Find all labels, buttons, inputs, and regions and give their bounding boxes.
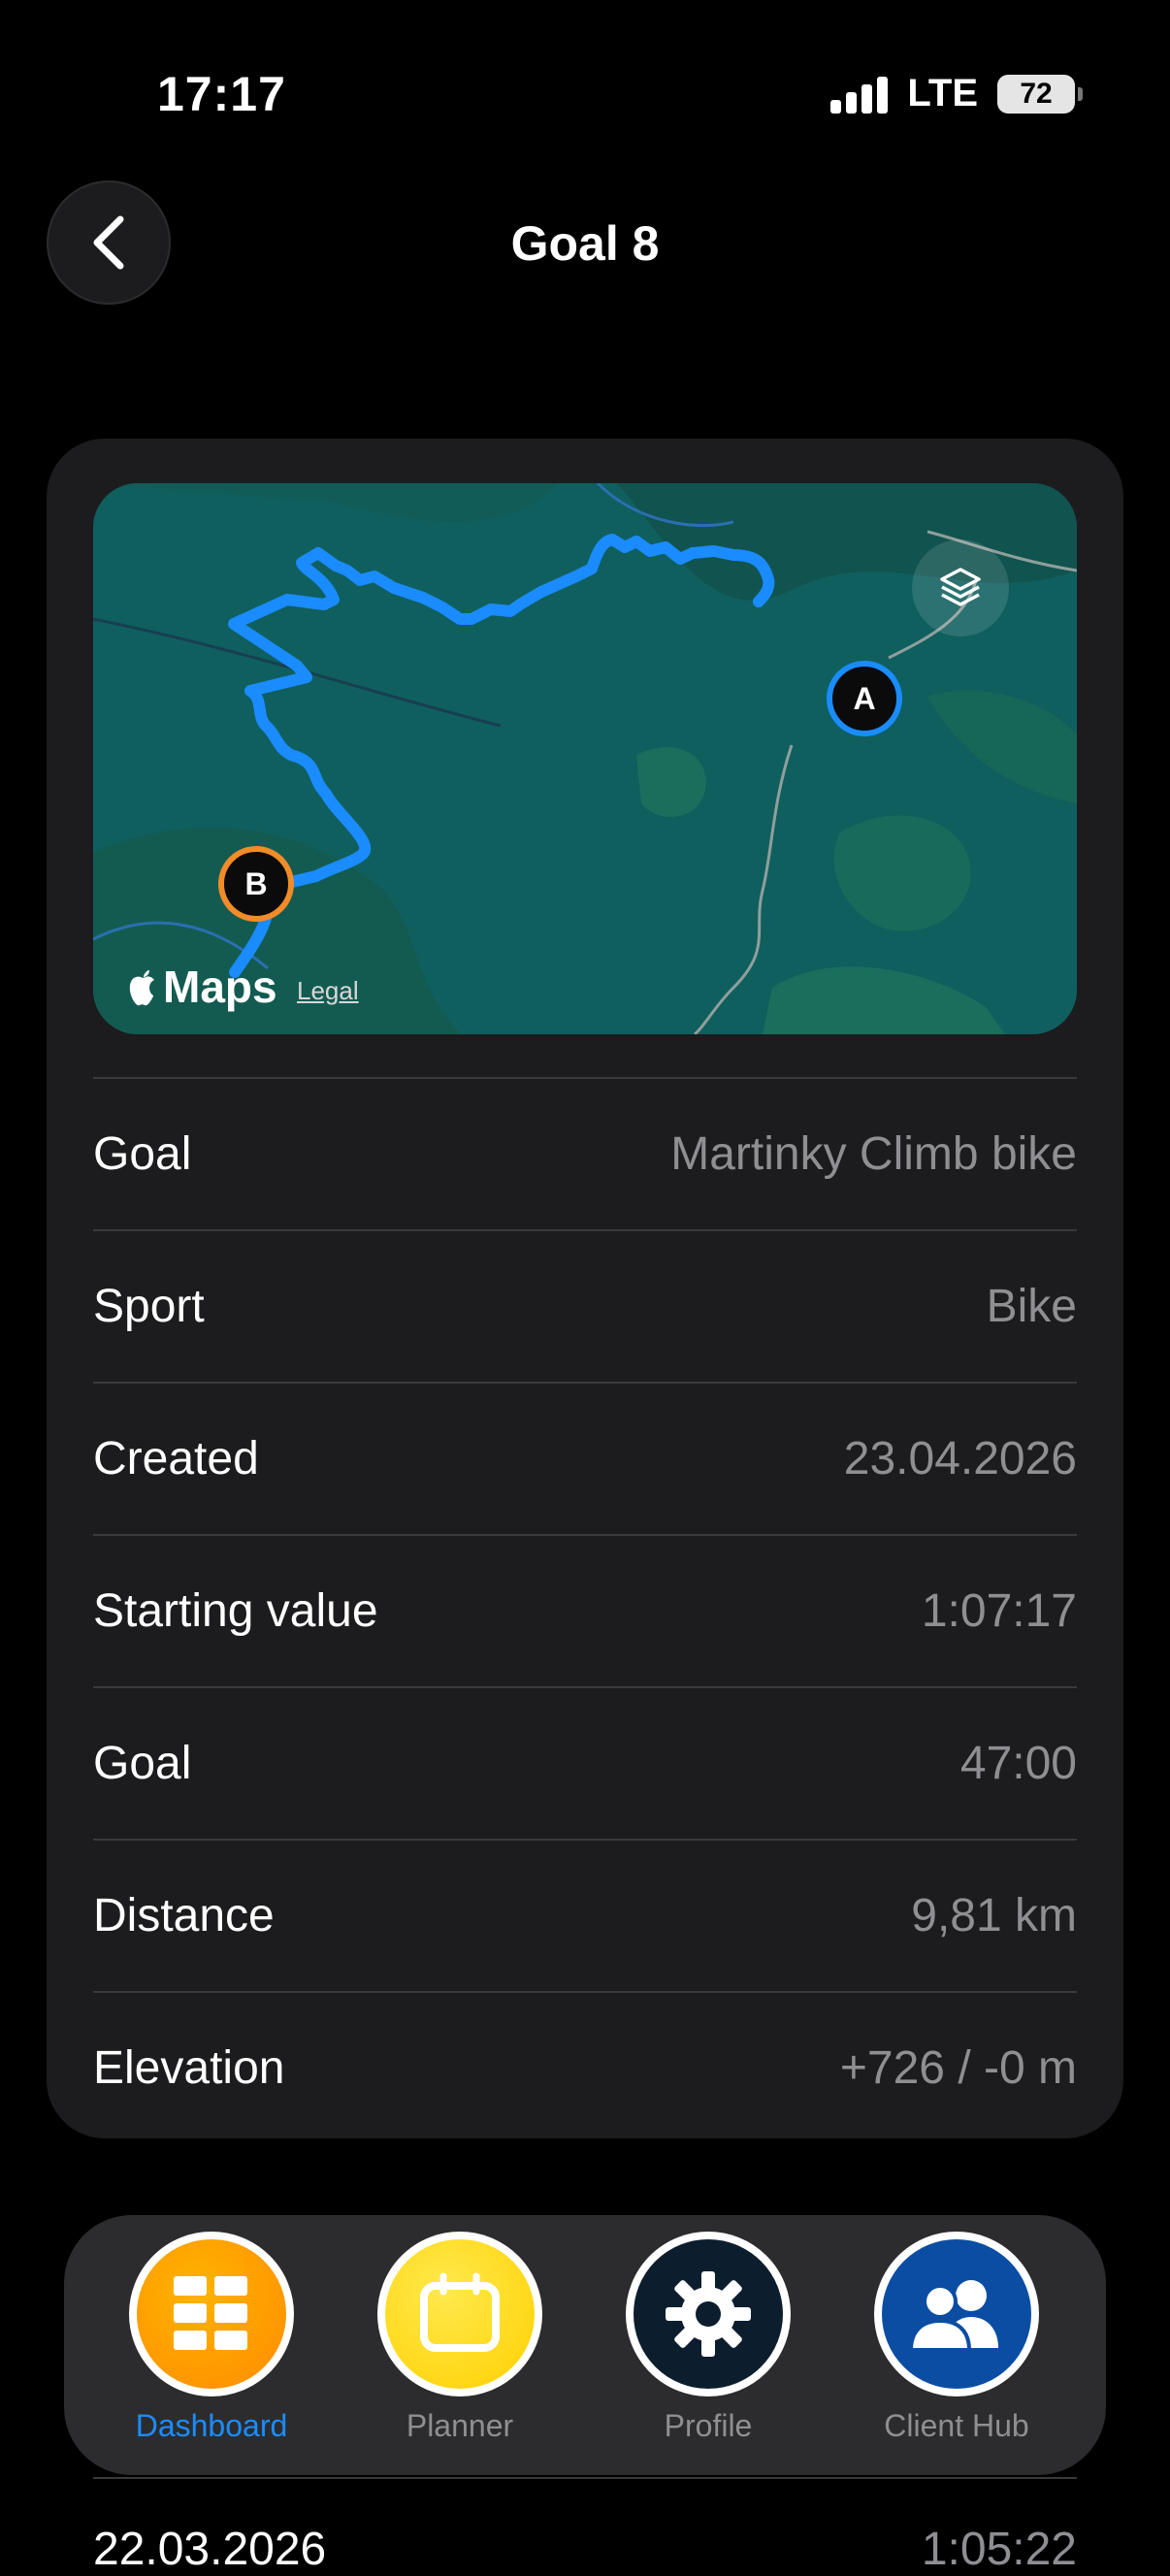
legal-link[interactable]: Legal xyxy=(297,976,359,1006)
detail-label: Distance xyxy=(93,1890,275,1941)
client-hub-button[interactable] xyxy=(874,2232,1039,2397)
network-type: LTE xyxy=(907,72,978,114)
dashboard-button[interactable] xyxy=(129,2232,294,2397)
detail-label: Created xyxy=(93,1433,259,1484)
detail-value: 47:00 xyxy=(959,1738,1077,1789)
calendar-icon xyxy=(420,2272,500,2352)
detail-row-goal: Goal Martinky Climb bike xyxy=(93,1077,1077,1229)
tab-label: Profile xyxy=(664,2408,753,2443)
end-marker[interactable]: B xyxy=(218,846,294,922)
detail-value: 1:07:17 xyxy=(921,1585,1077,1637)
tab-client-hub[interactable]: Client Hub xyxy=(860,2232,1054,2444)
planner-button[interactable] xyxy=(377,2232,542,2397)
tab-label: Dashboard xyxy=(135,2408,288,2443)
detail-value: +726 / -0 m xyxy=(839,2042,1077,2094)
details-list: Goal Martinky Climb bike Sport Bike Crea… xyxy=(93,1077,1077,2143)
detail-row-starting-value: Starting value 1:07:17 xyxy=(93,1534,1077,1686)
list-divider xyxy=(93,2477,1077,2479)
page-title: Goal 8 xyxy=(510,216,660,271)
map-layers-button[interactable] xyxy=(912,539,1009,636)
grid-icon xyxy=(174,2276,247,2350)
detail-value: Martinky Climb bike xyxy=(670,1128,1077,1180)
detail-row-distance: Distance 9,81 km xyxy=(93,1839,1077,1991)
tab-planner[interactable]: Planner xyxy=(363,2232,557,2444)
tab-profile[interactable]: Profile xyxy=(611,2232,805,2444)
history-date: 22.03.2026 xyxy=(93,2524,327,2575)
start-marker[interactable]: A xyxy=(827,661,902,736)
detail-label: Starting value xyxy=(93,1585,378,1637)
detail-row-sport: Sport Bike xyxy=(93,1229,1077,1382)
detail-value: 23.04.2026 xyxy=(843,1433,1077,1484)
profile-button[interactable] xyxy=(626,2232,791,2397)
detail-row-created: Created 23.04.2026 xyxy=(93,1382,1077,1534)
detail-value: 9,81 km xyxy=(911,1890,1077,1941)
detail-value: Bike xyxy=(986,1281,1077,1332)
tab-dashboard[interactable]: Dashboard xyxy=(114,2232,309,2444)
battery-icon: 72 xyxy=(997,74,1083,114)
tab-label: Client Hub xyxy=(884,2408,1029,2443)
status-indicators: LTE 72 xyxy=(830,72,1083,115)
maps-label: Maps xyxy=(163,962,277,1012)
tab-label: Planner xyxy=(406,2408,514,2443)
gear-icon xyxy=(666,2271,751,2357)
detail-label: Sport xyxy=(93,1281,205,1332)
battery-level: 72 xyxy=(1020,77,1053,110)
detail-label: Goal xyxy=(93,1128,192,1180)
people-icon xyxy=(908,2280,998,2352)
history-value: 1:05:22 xyxy=(921,2524,1077,2575)
maps-attribution: Maps xyxy=(124,961,277,1013)
detail-row-goal-time: Goal 47:00 xyxy=(93,1686,1077,1839)
signal-icon xyxy=(830,75,889,114)
detail-label: Elevation xyxy=(93,2042,285,2094)
layers-icon xyxy=(940,568,981,606)
status-time: 17:17 xyxy=(157,67,286,121)
detail-row-elevation: Elevation +726 / -0 m xyxy=(93,1991,1077,2143)
detail-label: Goal xyxy=(93,1738,192,1789)
apple-icon xyxy=(129,970,154,1006)
